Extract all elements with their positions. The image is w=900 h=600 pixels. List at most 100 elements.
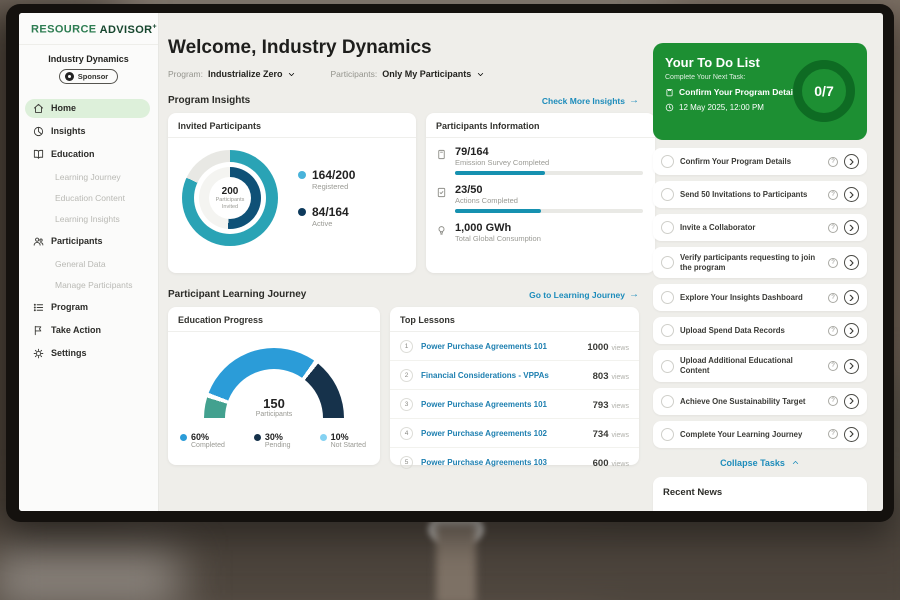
go-to-learning-journey-link[interactable]: Go to Learning Journey → bbox=[529, 290, 639, 300]
top-lessons-card: Top Lessons 1 Power Purchase Agreements … bbox=[390, 307, 639, 465]
task-label: Complete Your Learning Journey bbox=[680, 430, 822, 440]
task-checkbox[interactable] bbox=[661, 291, 674, 304]
help-icon[interactable]: ? bbox=[828, 293, 838, 303]
task-row-complete-learning-journey[interactable]: Complete Your Learning Journey ? › bbox=[653, 421, 867, 448]
task-row-explore-insights[interactable]: Explore Your Insights Dashboard ? › bbox=[653, 284, 867, 311]
education-progress-card: Education Progress 150 Participants bbox=[168, 307, 380, 465]
task-row-confirm-program[interactable]: Confirm Your Program Details ? › bbox=[653, 148, 867, 175]
help-icon[interactable]: ? bbox=[828, 258, 838, 268]
sidebar-item-education[interactable]: Education bbox=[25, 145, 150, 164]
task-label: Verify participants requesting to join t… bbox=[680, 253, 822, 272]
sidebar-item-take-action[interactable]: Take Action bbox=[25, 321, 150, 340]
learning-journey-heading: Participant Learning Journey bbox=[168, 289, 306, 300]
link-label: Check More Insights bbox=[542, 96, 625, 106]
lesson-link[interactable]: Power Purchase Agreements 101 bbox=[421, 400, 585, 409]
task-checkbox[interactable] bbox=[661, 360, 674, 373]
task-checkbox[interactable] bbox=[661, 324, 674, 337]
task-label: Upload Additional Educational Content bbox=[680, 356, 822, 375]
task-checkbox[interactable] bbox=[661, 428, 674, 441]
lesson-row[interactable]: 3 Power Purchase Agreements 101 793views bbox=[390, 390, 639, 419]
todo-column: Your To Do List Complete Your Next Task:… bbox=[653, 43, 867, 511]
chevron-right-icon[interactable]: › bbox=[844, 290, 859, 305]
task-row-send-invitations[interactable]: Send 50 Invitations to Participants ? › bbox=[653, 181, 867, 208]
sidebar-item-participants[interactable]: Participants bbox=[25, 232, 150, 251]
lesson-row[interactable]: 4 Power Purchase Agreements 102 734views bbox=[390, 419, 639, 448]
stat-value: 23/50 bbox=[455, 184, 643, 196]
task-label: Upload Spend Data Records bbox=[680, 326, 822, 336]
task-row-invite-collaborator[interactable]: Invite a Collaborator ? › bbox=[653, 214, 867, 241]
task-row-upload-spend-data[interactable]: Upload Spend Data Records ? › bbox=[653, 317, 867, 344]
chevron-right-icon[interactable]: › bbox=[844, 427, 859, 442]
chevron-right-icon[interactable]: › bbox=[844, 359, 859, 374]
lesson-row[interactable]: 1 Power Purchase Agreements 101 1000view… bbox=[390, 332, 639, 361]
chevron-right-icon[interactable]: › bbox=[844, 154, 859, 169]
task-checkbox[interactable] bbox=[661, 395, 674, 408]
lesson-link[interactable]: Power Purchase Agreements 103 bbox=[421, 458, 585, 467]
nav-label: Take Action bbox=[51, 325, 101, 335]
legend-value: 164/200 bbox=[312, 168, 355, 182]
filter-label: Participants: bbox=[330, 69, 377, 79]
sidebar-item-learning-journey[interactable]: Learning Journey bbox=[25, 169, 150, 185]
filter-value: Only My Participants bbox=[382, 69, 471, 79]
sidebar-item-general-data[interactable]: General Data bbox=[25, 256, 150, 272]
check-more-insights-link[interactable]: Check More Insights → bbox=[542, 96, 639, 106]
help-icon[interactable]: ? bbox=[828, 396, 838, 406]
sidebar-item-settings[interactable]: Settings bbox=[25, 344, 150, 363]
logo-plus: + bbox=[153, 23, 158, 30]
task-checkbox[interactable] bbox=[661, 188, 674, 201]
chevron-right-icon[interactable]: › bbox=[844, 323, 859, 338]
task-row-verify-participants[interactable]: Verify participants requesting to join t… bbox=[653, 247, 867, 278]
home-icon bbox=[33, 103, 44, 114]
lesson-link[interactable]: Financial Considerations - VPPAs bbox=[421, 371, 585, 380]
sidebar-item-manage-participants[interactable]: Manage Participants bbox=[25, 277, 150, 293]
sponsor-badge[interactable]: Sponsor bbox=[59, 69, 118, 84]
legend-completed: 60% Completed bbox=[180, 432, 225, 449]
sidebar-item-home[interactable]: Home bbox=[25, 99, 150, 118]
lesson-link[interactable]: Power Purchase Agreements 101 bbox=[421, 342, 579, 351]
sidebar-item-program[interactable]: Program bbox=[25, 298, 150, 317]
background-blur bbox=[0, 550, 180, 600]
chevron-right-icon[interactable]: › bbox=[844, 255, 859, 270]
recent-news-card: Recent News bbox=[653, 477, 867, 511]
nav-label: Insights bbox=[51, 126, 86, 136]
lesson-rank: 1 bbox=[400, 340, 413, 353]
participants-filter-dropdown[interactable]: Participants: Only My Participants bbox=[330, 69, 485, 79]
lesson-views: 793 bbox=[593, 400, 609, 411]
arrow-right-icon: → bbox=[629, 96, 639, 106]
arrow-right-icon: → bbox=[629, 290, 639, 300]
org-name: Industry Dynamics bbox=[19, 54, 158, 64]
gear-icon bbox=[33, 348, 44, 359]
filter-label: Program: bbox=[168, 69, 203, 79]
chevron-right-icon[interactable]: › bbox=[844, 394, 859, 409]
help-icon[interactable]: ? bbox=[828, 223, 838, 233]
nav-label: Home bbox=[51, 103, 76, 113]
help-icon[interactable]: ? bbox=[828, 326, 838, 336]
lesson-link[interactable]: Power Purchase Agreements 102 bbox=[421, 429, 585, 438]
lightbulb-icon bbox=[436, 225, 447, 236]
sponsor-badge-label: Sponsor bbox=[78, 72, 108, 81]
main-content: Welcome, Industry Dynamics Program: Indu… bbox=[159, 13, 647, 511]
stat-label: Total Global Consumption bbox=[455, 234, 541, 243]
help-icon[interactable]: ? bbox=[828, 361, 838, 371]
task-checkbox[interactable] bbox=[661, 221, 674, 234]
program-filter-dropdown[interactable]: Program: Industrialize Zero bbox=[168, 69, 296, 79]
filter-bar: Program: Industrialize Zero Participants… bbox=[168, 69, 639, 79]
chevron-right-icon[interactable]: › bbox=[844, 220, 859, 235]
task-row-upload-educational-content[interactable]: Upload Additional Educational Content ? … bbox=[653, 350, 867, 381]
task-checkbox[interactable] bbox=[661, 256, 674, 269]
collapse-tasks-link[interactable]: Collapse Tasks bbox=[653, 458, 867, 468]
views-suffix: views bbox=[611, 432, 629, 439]
help-icon[interactable]: ? bbox=[828, 190, 838, 200]
lesson-views: 803 bbox=[593, 371, 609, 382]
help-icon[interactable]: ? bbox=[828, 429, 838, 439]
task-row-achieve-target[interactable]: Achieve One Sustainability Target ? › bbox=[653, 388, 867, 415]
lesson-row[interactable]: 2 Financial Considerations - VPPAs 803vi… bbox=[390, 361, 639, 390]
help-icon[interactable]: ? bbox=[828, 157, 838, 167]
sponsor-icon bbox=[65, 72, 74, 81]
sidebar-item-insights[interactable]: Insights bbox=[25, 122, 150, 141]
sidebar-item-learning-insights[interactable]: Learning Insights bbox=[25, 211, 150, 227]
task-checkbox[interactable] bbox=[661, 155, 674, 168]
lesson-row[interactable]: 5 Power Purchase Agreements 103 600views bbox=[390, 448, 639, 476]
sidebar-item-education-content[interactable]: Education Content bbox=[25, 190, 150, 206]
chevron-right-icon[interactable]: › bbox=[844, 187, 859, 202]
